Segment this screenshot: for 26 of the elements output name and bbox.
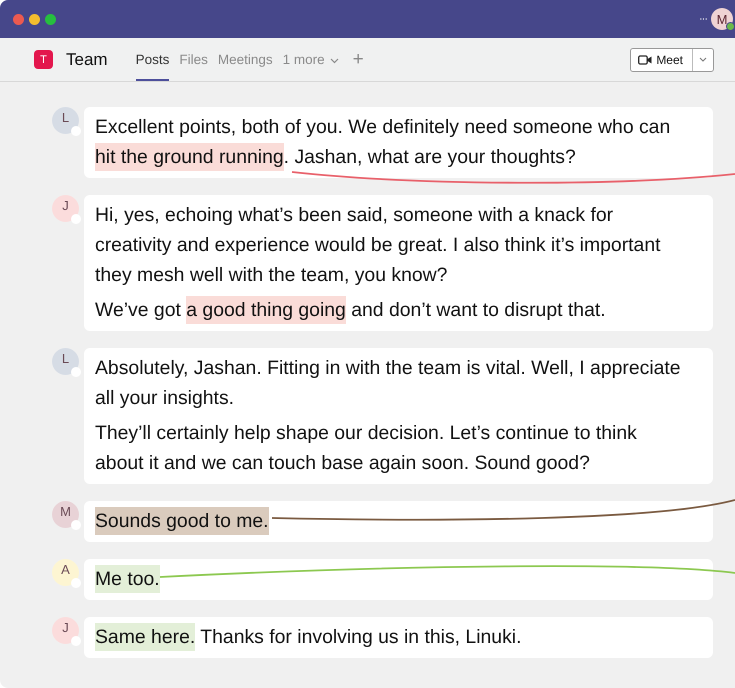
maximize-button[interactable] xyxy=(45,14,56,24)
message-text: Hi, yes, echoing what’s been said, someone with a knack for creativity and experience would be great. I also think it’s important they mesh well with the team, you know? xyxy=(95,203,662,288)
video-camera-icon xyxy=(638,54,652,64)
user-avatar: L xyxy=(52,348,79,375)
message-text: Excellent points, both of you. We definitely need someone who can hit the ground running. Jashan, what are your thoughts? xyxy=(95,112,689,172)
message-text: Same here. Thanks for involving us in this, Linuki. xyxy=(95,622,689,652)
user-avatar: J xyxy=(52,195,79,222)
message-text: Me too. xyxy=(95,564,689,594)
team-icon: T xyxy=(34,50,53,69)
more-button[interactable]: ··· xyxy=(699,13,707,25)
message-text: We’ve got a good thing going and don’t want to disrupt that. xyxy=(95,295,689,325)
user-avatar: L xyxy=(52,107,79,134)
minimize-button[interactable] xyxy=(29,14,40,24)
user-avatar: A xyxy=(52,559,79,586)
meet-button[interactable]: Meet xyxy=(630,48,714,72)
caret-icon xyxy=(699,57,707,62)
message-text: They’ll certainly help shape our decision. Let’s continue to think about it and we can touch base again soon. Sound good? xyxy=(95,421,638,476)
close-button[interactable] xyxy=(13,14,24,24)
chevron-down-icon xyxy=(330,58,339,64)
tab[interactable]: Posts xyxy=(136,38,170,81)
message-text: Absolutely, Jashan. Fitting in with the team is vital. Well, I appreciate all your insights. xyxy=(95,356,682,411)
team-name: Team xyxy=(66,50,108,70)
user-avatar: M xyxy=(52,501,79,528)
user-avatar: J xyxy=(52,617,79,644)
message-text: Sounds good to me. xyxy=(95,506,689,536)
user-avatar[interactable]: M xyxy=(711,8,733,30)
